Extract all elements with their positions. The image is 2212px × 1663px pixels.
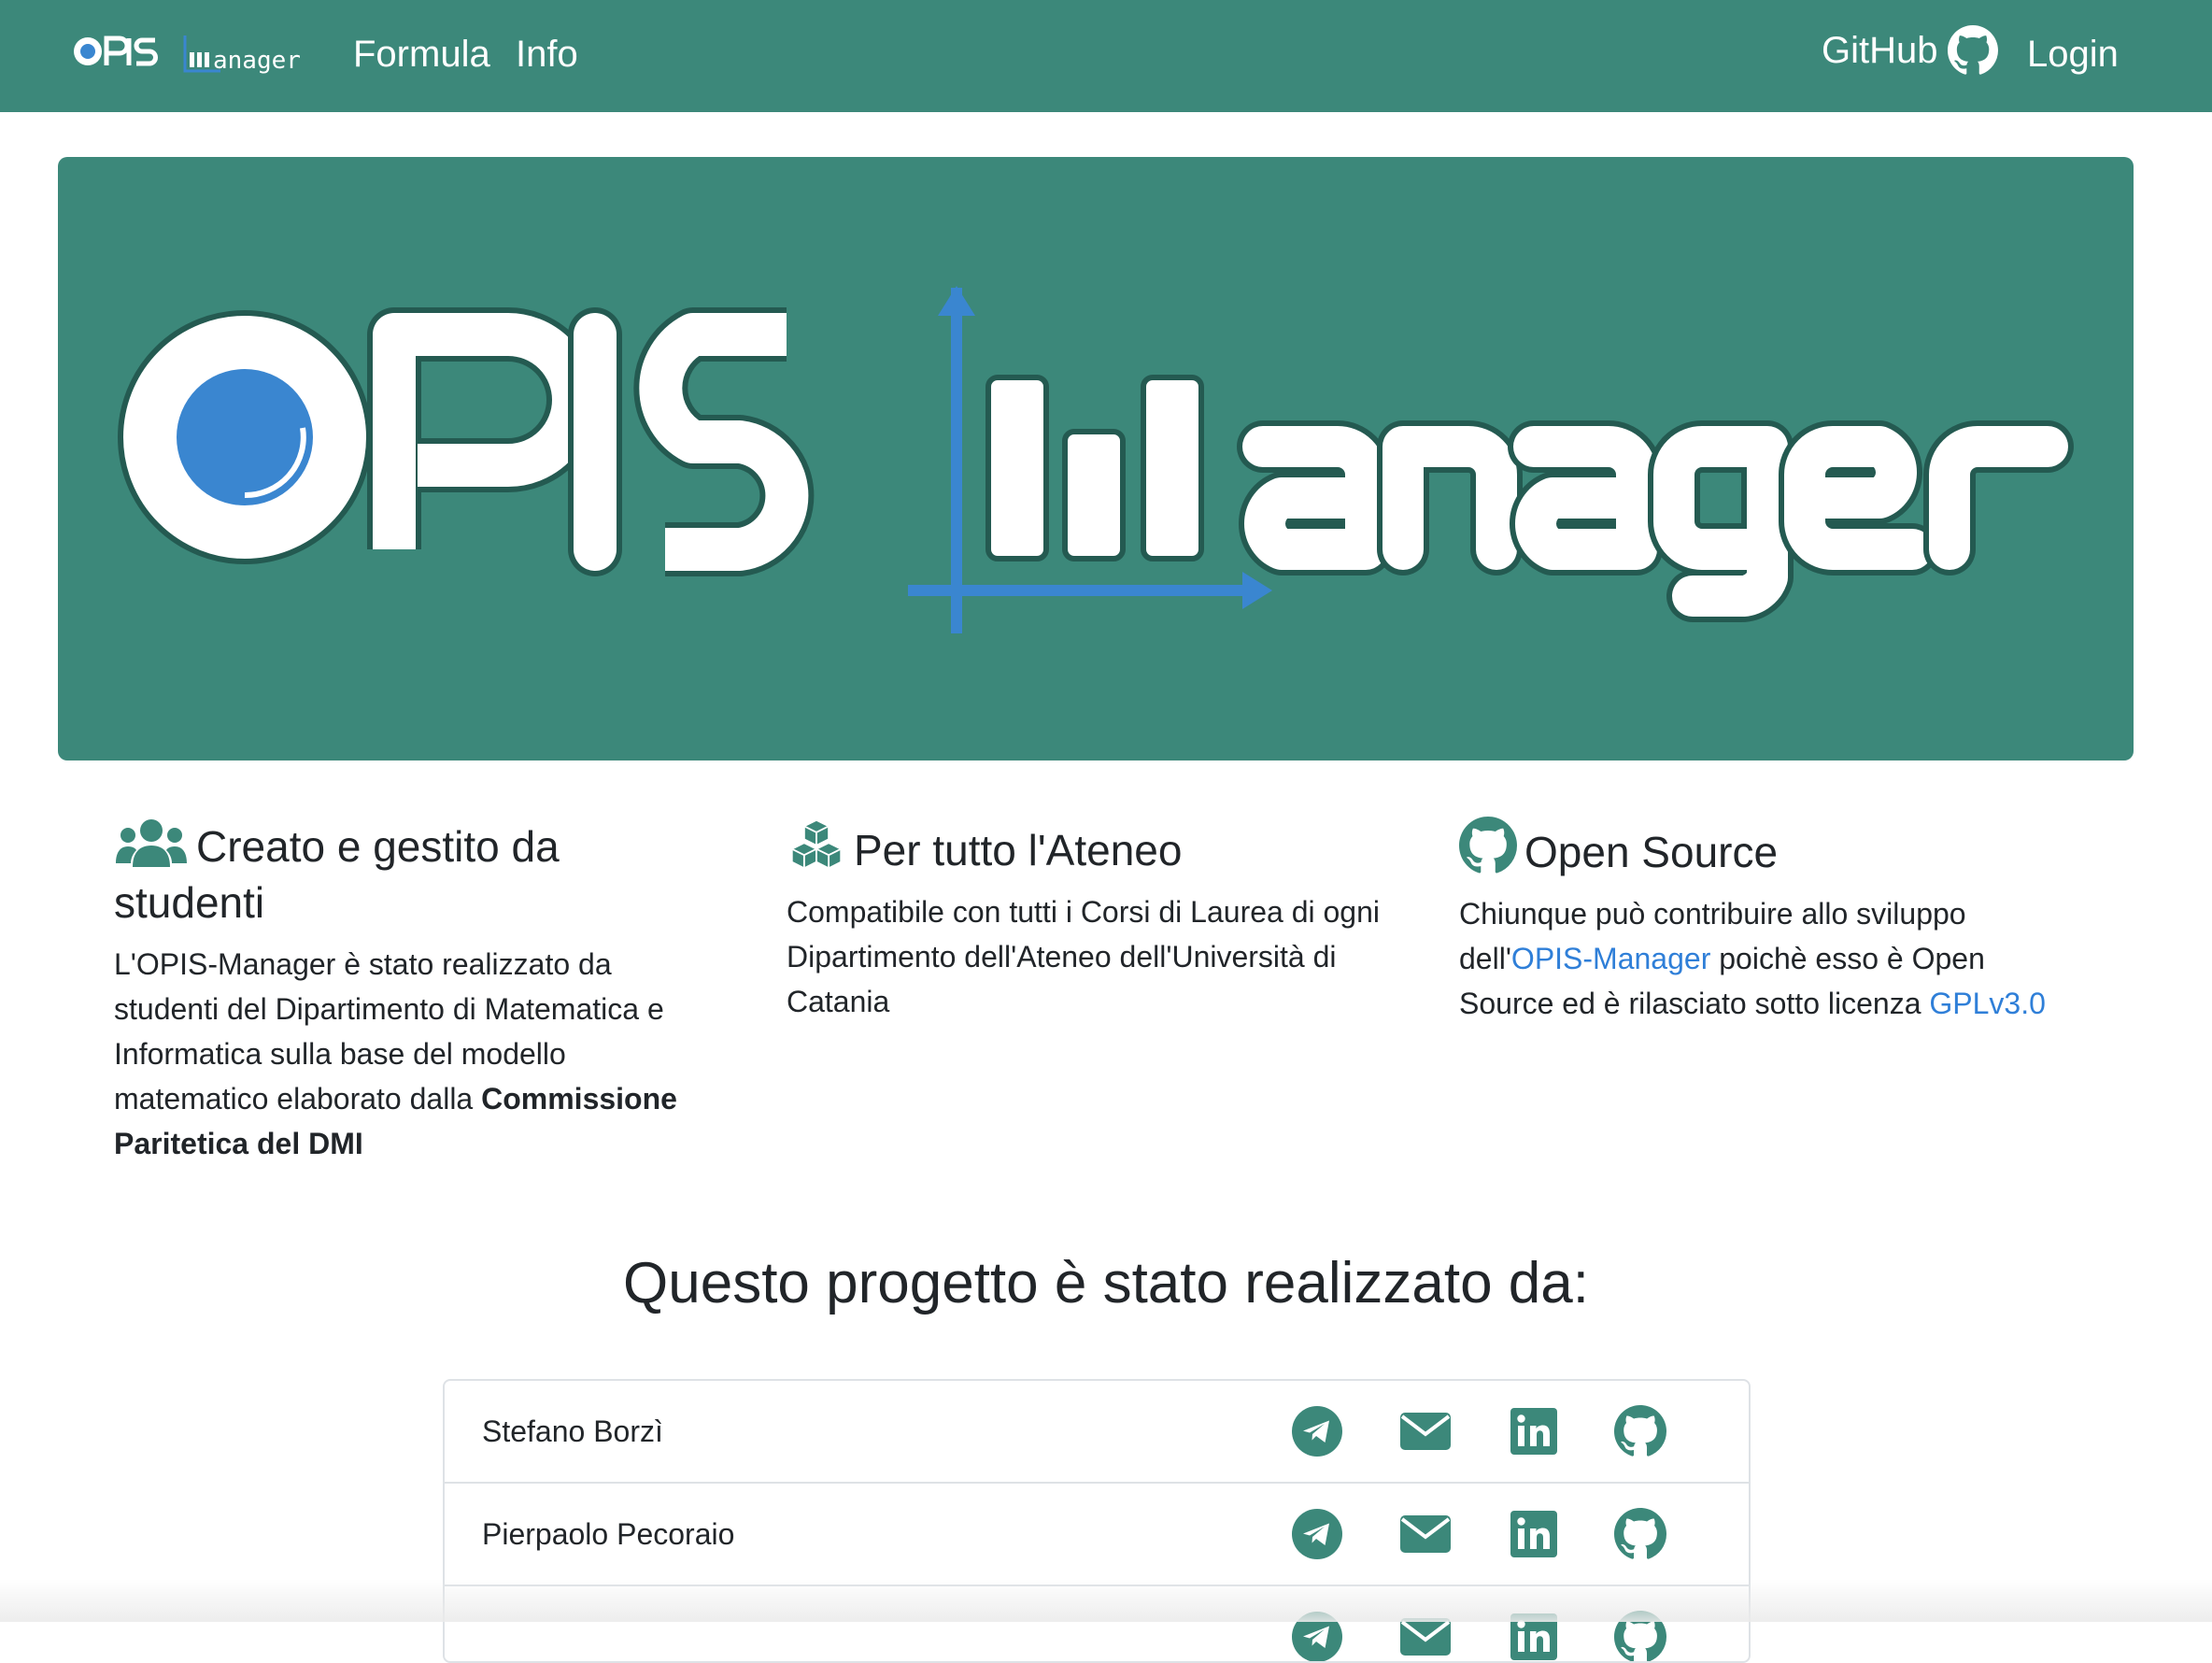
nav-link-formula[interactable]: Formula bbox=[353, 28, 490, 80]
opis-manager-link[interactable]: OPIS-Manager bbox=[1511, 942, 1710, 975]
feature-text: L'OPIS-Manager è stato realizzato da stu… bbox=[114, 947, 677, 1160]
github-icon bbox=[1948, 25, 1998, 76]
login-link[interactable]: Login bbox=[2027, 28, 2119, 80]
linkedin-icon[interactable] bbox=[1508, 1508, 1560, 1560]
bottom-fade bbox=[0, 1579, 2212, 1622]
member-name: Pierpaolo Pecoraio bbox=[482, 1517, 735, 1551]
telegram-icon[interactable] bbox=[1291, 1405, 1343, 1457]
brand-logo[interactable]: anager bbox=[71, 24, 325, 80]
github-icon[interactable] bbox=[1614, 1508, 1666, 1560]
gpl-link[interactable]: GPLv3.0 bbox=[1929, 987, 2046, 1020]
nav-link-info[interactable]: Info bbox=[516, 28, 578, 80]
hero-logo bbox=[118, 286, 2074, 633]
feature-title: Creato e gestito da studenti bbox=[114, 817, 712, 931]
envelope-icon[interactable] bbox=[1399, 1508, 1452, 1560]
cubes-icon bbox=[787, 817, 846, 873]
envelope-icon[interactable] bbox=[1399, 1405, 1452, 1457]
team-title: Questo progetto è stato realizzato da: bbox=[623, 1251, 1589, 1315]
feature-title: Per tutto l'Ateneo bbox=[787, 817, 1384, 878]
feature-open-source: Open Source Chiunque può contribuire all… bbox=[1459, 817, 2057, 1026]
feature-ateneo: Per tutto l'Ateneo Compatibile con tutti… bbox=[787, 817, 1384, 1024]
feature-title: Open Source bbox=[1459, 817, 2057, 880]
github-icon bbox=[1459, 817, 1517, 874]
hero-banner bbox=[58, 157, 2134, 760]
users-icon bbox=[114, 817, 189, 869]
github-link[interactable]: GitHub bbox=[1822, 24, 1998, 77]
feature-text: Chiunque può contribuire allo sviluppo d… bbox=[1459, 897, 2046, 1020]
opis-manager-logo: anager bbox=[74, 36, 301, 75]
list-item: Pierpaolo Pecoraio bbox=[445, 1484, 1749, 1586]
feature-text: Compatibile con tutti i Corsi di Laurea … bbox=[787, 895, 1380, 1018]
linkedin-icon[interactable] bbox=[1508, 1405, 1560, 1457]
feature-students: Creato e gestito da studenti L'OPIS-Mana… bbox=[114, 817, 712, 1166]
telegram-icon[interactable] bbox=[1291, 1508, 1343, 1560]
member-name: Stefano Borzì bbox=[482, 1414, 663, 1448]
svg-text:anager: anager bbox=[213, 47, 301, 75]
list-item: Stefano Borzì bbox=[445, 1381, 1749, 1484]
navbar: anager Formula Info GitHub Login bbox=[0, 0, 2212, 112]
github-label: GitHub bbox=[1822, 30, 1938, 71]
github-icon[interactable] bbox=[1614, 1405, 1666, 1457]
